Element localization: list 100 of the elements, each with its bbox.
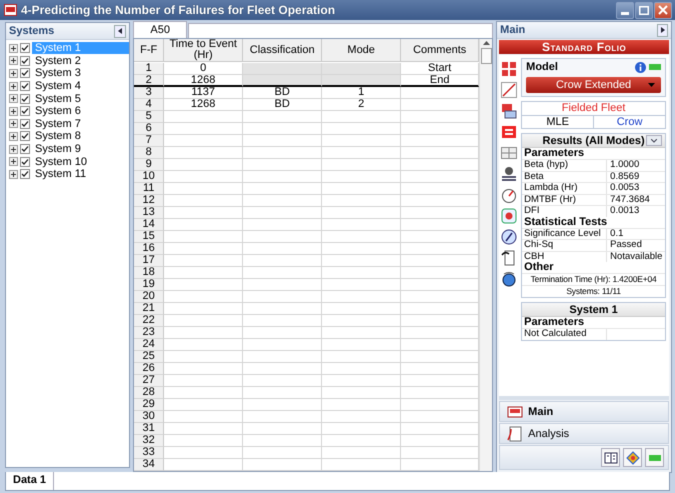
table-cell[interactable]: [243, 123, 322, 135]
checkbox[interactable]: [20, 131, 30, 142]
globe-icon[interactable]: [501, 271, 518, 287]
checkbox[interactable]: [20, 43, 30, 54]
table-cell[interactable]: [164, 315, 244, 327]
table-cell[interactable]: 1: [322, 87, 402, 99]
table-cell[interactable]: [164, 231, 244, 243]
diamond-icon[interactable]: [626, 450, 640, 464]
tree-item[interactable]: System 5: [32, 92, 130, 105]
table-cell[interactable]: [322, 219, 402, 231]
gauge-icon[interactable]: [501, 187, 518, 203]
table-cell[interactable]: [243, 279, 322, 291]
collapse-button[interactable]: [657, 24, 668, 36]
table-cell[interactable]: [322, 303, 402, 315]
tree-item[interactable]: System 9: [32, 143, 130, 156]
tree-item[interactable]: System 7: [32, 118, 130, 130]
expand-icon[interactable]: [9, 170, 18, 179]
model-dropdown[interactable]: Crow Extended: [526, 77, 661, 93]
table-cell[interactable]: [164, 279, 244, 291]
table-cell[interactable]: BD: [243, 87, 322, 99]
tree-item[interactable]: System 11: [32, 168, 130, 180]
checkbox[interactable]: [20, 144, 30, 154]
table-cell[interactable]: [164, 339, 244, 351]
table-cell[interactable]: [322, 123, 402, 135]
table-cell[interactable]: [164, 243, 244, 255]
table-icon[interactable]: [501, 145, 518, 161]
table-cell[interactable]: [243, 291, 322, 303]
table-cell[interactable]: [164, 303, 244, 315]
checkbox[interactable]: [20, 68, 30, 78]
table-cell[interactable]: [164, 171, 244, 183]
expand-icon[interactable]: [9, 132, 18, 141]
checkbox[interactable]: [20, 56, 30, 66]
table-cell[interactable]: [164, 447, 244, 459]
table-cell[interactable]: [243, 267, 322, 279]
table-cell[interactable]: [243, 363, 322, 375]
table-cell[interactable]: [322, 111, 402, 123]
table-cell[interactable]: [322, 207, 402, 219]
checkbox[interactable]: [20, 94, 30, 104]
table-cell[interactable]: [322, 231, 402, 243]
table-cell[interactable]: [164, 459, 244, 471]
table-cell[interactable]: [164, 183, 244, 195]
table-cell[interactable]: [243, 399, 322, 411]
table-cell[interactable]: 1137: [164, 87, 244, 99]
expand-icon[interactable]: [9, 44, 18, 53]
table-cell[interactable]: [243, 135, 322, 147]
table-cell[interactable]: [164, 423, 244, 435]
checkbox[interactable]: [20, 169, 30, 180]
table-cell[interactable]: [164, 207, 244, 219]
table-cell[interactable]: [243, 423, 322, 435]
table-cell[interactable]: [322, 459, 402, 471]
table-cell[interactable]: 1268: [164, 99, 244, 111]
table-cell[interactable]: [164, 135, 244, 147]
table-cell[interactable]: [243, 255, 322, 267]
table-cell[interactable]: [164, 123, 244, 135]
table-cell[interactable]: [243, 147, 322, 159]
page-icon[interactable]: [501, 250, 518, 266]
table-cell[interactable]: [322, 171, 402, 183]
expand-icon[interactable]: [9, 68, 18, 78]
collapse-button[interactable]: [114, 24, 126, 38]
table-cell[interactable]: [164, 255, 244, 267]
table-cell[interactable]: [243, 171, 322, 183]
table-cell[interactable]: [164, 363, 244, 375]
table-cell[interactable]: [322, 375, 402, 387]
table-cell[interactable]: [322, 363, 402, 375]
tree-item[interactable]: System 2: [32, 54, 130, 67]
nav-button[interactable]: Analysis: [499, 423, 669, 444]
table-cell[interactable]: [164, 159, 244, 171]
grid-icon[interactable]: [501, 61, 518, 77]
expand-icon[interactable]: [9, 56, 18, 66]
table-cell[interactable]: [243, 111, 322, 123]
formula-field[interactable]: [188, 23, 494, 38]
table-cell[interactable]: [243, 447, 322, 459]
expand-button[interactable]: [646, 135, 662, 146]
tree-item[interactable]: System 6: [32, 105, 130, 118]
setting-cell[interactable]: MLE: [522, 116, 594, 128]
nav-button[interactable]: Main: [499, 401, 669, 422]
table-cell[interactable]: [322, 255, 402, 267]
table-cell[interactable]: [322, 447, 402, 459]
table-cell[interactable]: [243, 183, 322, 195]
table-cell[interactable]: [322, 135, 402, 147]
info-icon[interactable]: [635, 62, 646, 72]
table-cell[interactable]: [164, 291, 244, 303]
table-cell[interactable]: [164, 219, 244, 231]
table-cell[interactable]: [322, 387, 402, 399]
table-cell[interactable]: [243, 195, 322, 207]
table-cell[interactable]: [243, 243, 322, 255]
table-cell[interactable]: [322, 279, 402, 291]
table-cell[interactable]: [164, 435, 244, 447]
book-icon[interactable]: [604, 450, 618, 464]
scrollbar-thumb[interactable]: [480, 48, 492, 64]
checkbox[interactable]: [20, 156, 30, 167]
table-cell[interactable]: [164, 111, 244, 123]
expand-icon[interactable]: [9, 157, 18, 166]
tree-item[interactable]: System 10: [32, 156, 130, 168]
table-cell[interactable]: [243, 303, 322, 315]
tree-item[interactable]: System 4: [32, 80, 130, 92]
table-cell[interactable]: [322, 411, 402, 423]
close-button[interactable]: [654, 2, 672, 18]
expand-icon[interactable]: [9, 119, 18, 128]
expand-icon[interactable]: [9, 94, 18, 104]
